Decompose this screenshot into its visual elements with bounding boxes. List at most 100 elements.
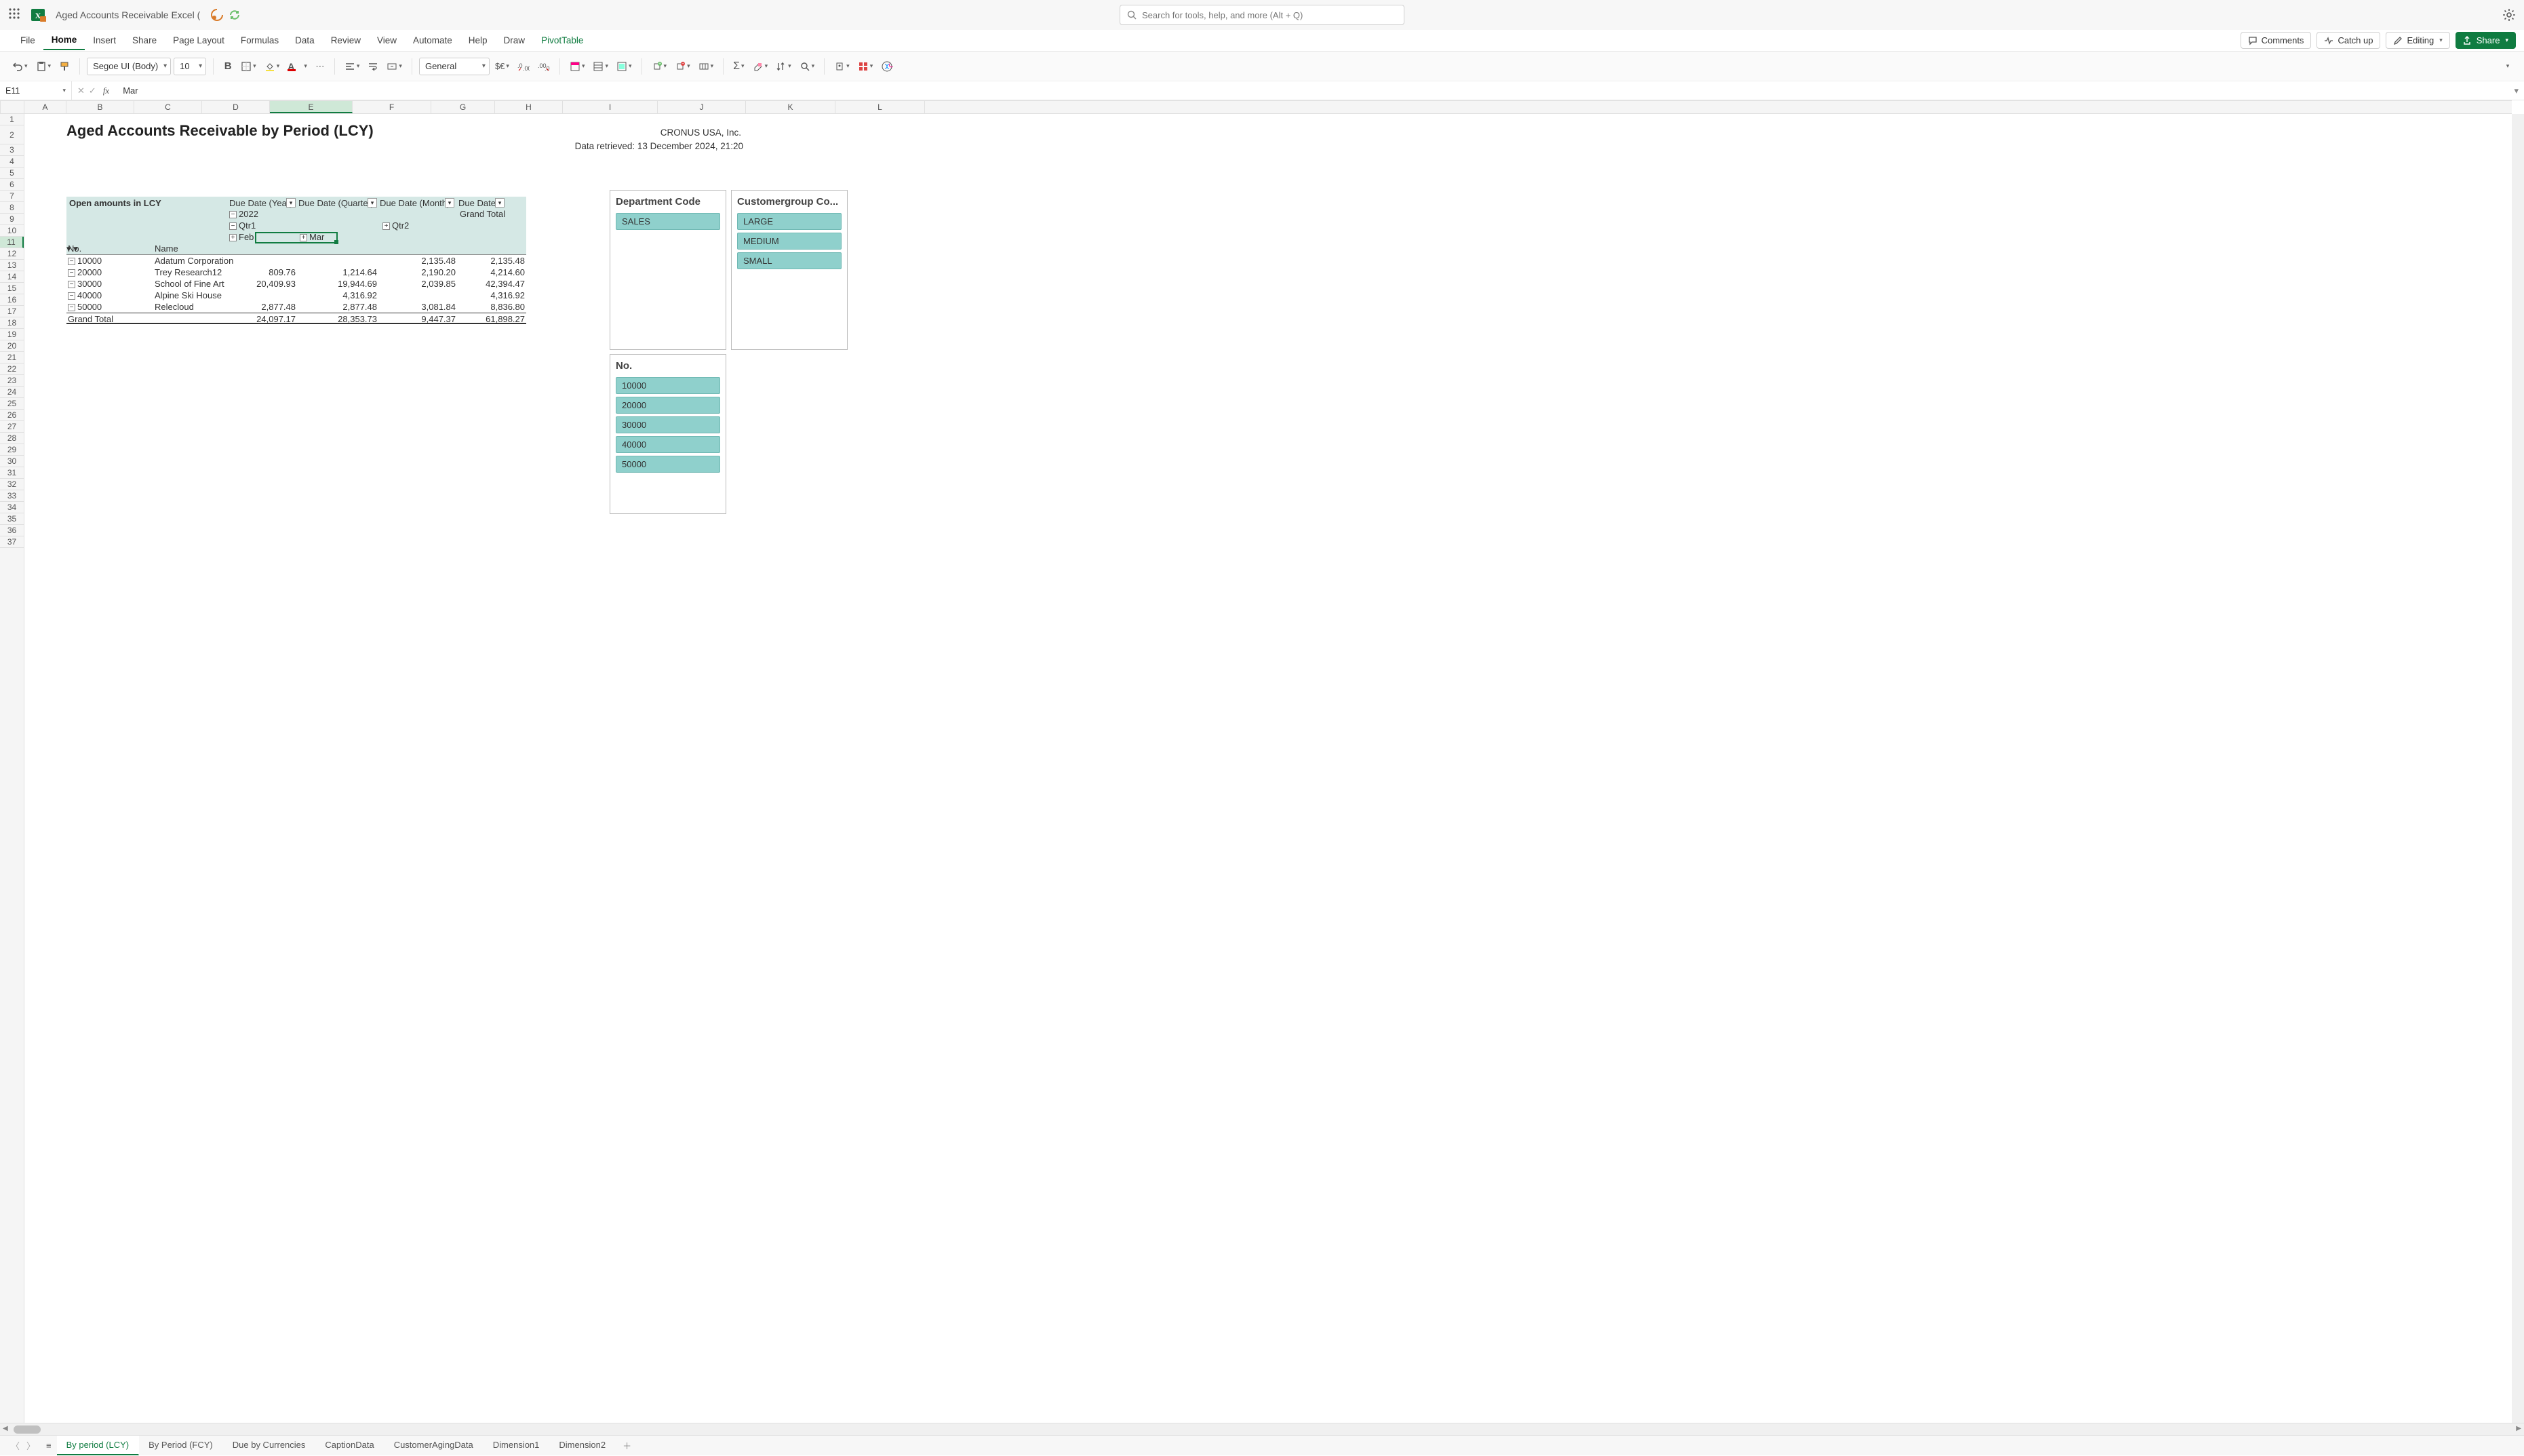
- row-header-7[interactable]: 7: [0, 191, 24, 202]
- cell-styles-button[interactable]: ▾: [614, 58, 635, 75]
- row-header-31[interactable]: 31: [0, 467, 24, 479]
- collapse-icon[interactable]: −: [68, 292, 75, 300]
- sheet-nav-prev[interactable]: 〈: [11, 1439, 20, 1452]
- sheet-tab-dimension2[interactable]: Dimension2: [549, 1436, 616, 1455]
- slicer-no-item-30000[interactable]: 30000: [616, 416, 720, 433]
- row-header-36[interactable]: 36: [0, 525, 24, 536]
- search-input[interactable]: [1142, 10, 1397, 20]
- collapse-icon[interactable]: −: [68, 281, 75, 288]
- row-header-12[interactable]: 12: [0, 248, 24, 260]
- cancel-formula-icon[interactable]: ✕: [77, 85, 85, 96]
- sheet-tab-by-period-fcy-[interactable]: By Period (FCY): [139, 1436, 223, 1455]
- row-header-20[interactable]: 20: [0, 340, 24, 352]
- row-header-19[interactable]: 19: [0, 329, 24, 340]
- catch-up-button[interactable]: Catch up: [2316, 32, 2380, 49]
- row-header-10[interactable]: 10: [0, 225, 24, 237]
- font-family-select[interactable]: Segoe UI (Body): [87, 58, 171, 75]
- comments-button[interactable]: Comments: [2241, 32, 2312, 49]
- column-header-G[interactable]: G: [431, 101, 495, 113]
- font-size-select[interactable]: 10: [174, 58, 206, 75]
- slicer-dept-item-sales[interactable]: SALES: [616, 213, 720, 230]
- undo-button[interactable]: ▾: [9, 58, 31, 75]
- cells-area[interactable]: Aged Accounts Receivable by Period (LCY)…: [24, 114, 2512, 1423]
- format-cells-button[interactable]: ▾: [696, 58, 717, 75]
- tab-help[interactable]: Help: [460, 31, 496, 50]
- spreadsheet-grid[interactable]: ABCDEFGHIJKL 123456789101112131415161718…: [0, 100, 2524, 1423]
- sheet-tab-dimension1[interactable]: Dimension1: [484, 1436, 550, 1455]
- sync-icon[interactable]: [229, 9, 241, 21]
- row-header-23[interactable]: 23: [0, 375, 24, 387]
- editing-mode-button[interactable]: Editing ▾: [2386, 32, 2449, 49]
- row-headers[interactable]: 1234567891011121314151617181920212223242…: [0, 114, 24, 1423]
- row-header-1[interactable]: 1: [0, 114, 24, 125]
- row-header-13[interactable]: 13: [0, 260, 24, 271]
- sheet-nav-next[interactable]: 〉: [26, 1439, 35, 1452]
- increase-decimal-button[interactable]: .00.0: [535, 58, 553, 75]
- month-filter-icon[interactable]: ▾: [445, 198, 454, 208]
- slicer-no-item-50000[interactable]: 50000: [616, 456, 720, 473]
- bold-button[interactable]: B: [220, 58, 235, 75]
- addins-button[interactable]: ▾: [855, 58, 876, 75]
- row-header-18[interactable]: 18: [0, 317, 24, 329]
- column-headers[interactable]: ABCDEFGHIJKL: [24, 100, 2512, 114]
- formula-expand-icon[interactable]: ▾: [2508, 85, 2524, 96]
- tab-file[interactable]: File: [12, 31, 43, 50]
- column-header-F[interactable]: F: [353, 101, 431, 113]
- font-color-button[interactable]: A▾: [285, 58, 310, 75]
- format-painter-button[interactable]: [56, 58, 73, 75]
- search-box[interactable]: [1120, 5, 1404, 25]
- column-header-L[interactable]: L: [835, 101, 925, 113]
- horizontal-scrollbar[interactable]: ◀ ▶: [0, 1423, 2524, 1435]
- align-button[interactable]: ▾: [342, 58, 363, 75]
- autosave-icon[interactable]: [211, 9, 223, 21]
- add-sheet-button[interactable]: ＋: [616, 1435, 638, 1456]
- collapse-icon[interactable]: −: [68, 304, 75, 311]
- paste-button[interactable]: ▾: [33, 58, 54, 75]
- column-header-C[interactable]: C: [134, 101, 202, 113]
- tab-formulas[interactable]: Formulas: [233, 31, 287, 50]
- expand-icon[interactable]: +: [229, 234, 237, 241]
- row-header-4[interactable]: 4: [0, 156, 24, 168]
- format-table-button[interactable]: ▾: [590, 58, 611, 75]
- more-font-options[interactable]: ⋯: [313, 58, 328, 75]
- collapse-icon[interactable]: −: [68, 258, 75, 265]
- column-header-I[interactable]: I: [563, 101, 658, 113]
- row-header-30[interactable]: 30: [0, 456, 24, 467]
- row-header-22[interactable]: 22: [0, 363, 24, 375]
- tab-home[interactable]: Home: [43, 31, 85, 50]
- slicer-custgrp-item-small[interactable]: SMALL: [737, 252, 842, 269]
- row-header-33[interactable]: 33: [0, 490, 24, 502]
- slicer-no[interactable]: No. 1000020000300004000050000: [610, 354, 726, 514]
- copilot-button[interactable]: [878, 58, 896, 75]
- select-all-corner[interactable]: [0, 100, 24, 114]
- collapse-icon[interactable]: −: [229, 211, 237, 218]
- column-header-J[interactable]: J: [658, 101, 746, 113]
- clear-button[interactable]: ▾: [750, 58, 771, 75]
- row-header-27[interactable]: 27: [0, 421, 24, 433]
- row-header-26[interactable]: 26: [0, 410, 24, 421]
- sheet-tab-due-by-currencies[interactable]: Due by Currencies: [223, 1436, 316, 1455]
- tab-insert[interactable]: Insert: [85, 31, 124, 50]
- slicer-customergroup[interactable]: Customergroup Co... LARGEMEDIUMSMALL: [731, 190, 848, 350]
- collapse-icon[interactable]: −: [68, 269, 75, 277]
- column-header-H[interactable]: H: [495, 101, 563, 113]
- row-header-21[interactable]: 21: [0, 352, 24, 363]
- app-launcher-icon[interactable]: [8, 7, 23, 22]
- scrollbar-thumb[interactable]: [14, 1425, 41, 1434]
- column-header-E[interactable]: E: [270, 101, 353, 113]
- scroll-right-icon[interactable]: ▶: [2516, 1425, 2521, 1432]
- tab-data[interactable]: Data: [287, 31, 323, 50]
- all-sheets-button[interactable]: ≡: [41, 1440, 57, 1451]
- row-header-15[interactable]: 15: [0, 283, 24, 294]
- row-header-34[interactable]: 34: [0, 502, 24, 513]
- row-header-25[interactable]: 25: [0, 398, 24, 410]
- tab-page-layout[interactable]: Page Layout: [165, 31, 233, 50]
- column-header-K[interactable]: K: [746, 101, 835, 113]
- document-title[interactable]: Aged Accounts Receivable Excel (: [56, 9, 200, 20]
- tab-pivottable[interactable]: PivotTable: [533, 31, 591, 50]
- insert-cells-button[interactable]: +▾: [649, 58, 670, 75]
- collapse-icon[interactable]: −: [229, 222, 237, 230]
- quarter-filter-icon[interactable]: ▾: [368, 198, 377, 208]
- expand-icon[interactable]: +: [300, 234, 307, 241]
- share-button[interactable]: Share ▾: [2456, 32, 2516, 49]
